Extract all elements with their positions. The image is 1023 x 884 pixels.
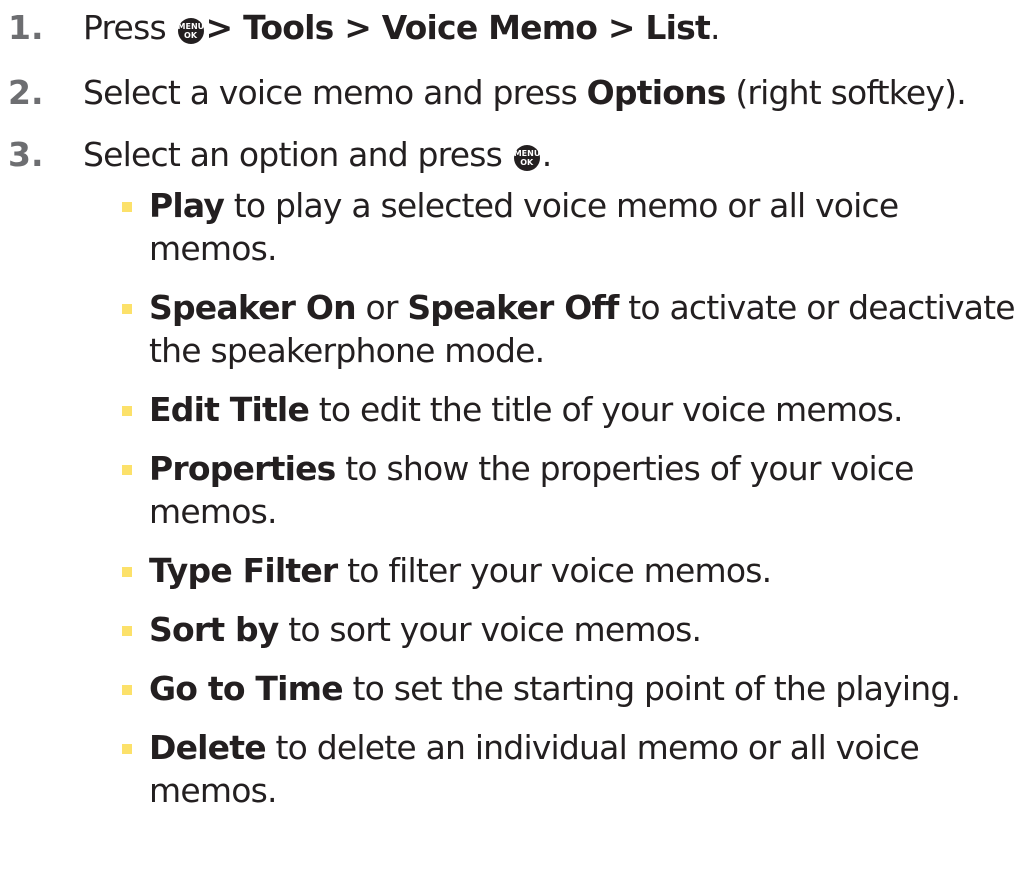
bullet-square — [122, 406, 132, 416]
step-text-pre: Select a voice memo and press — [83, 73, 587, 112]
bullet-square — [122, 744, 132, 754]
option-description: to play a selected voice memo or all voi… — [149, 186, 899, 268]
option-item-delete: Delete to delete an individual memo or a… — [122, 726, 1019, 812]
menu-ok-key-icon: MENU OK — [177, 18, 204, 44]
option-item-properties: Properties to show the properties of you… — [122, 447, 1019, 533]
step-text-pre: Press — [83, 8, 176, 47]
option-name: Edit Title — [149, 390, 310, 429]
bullet-square — [122, 465, 132, 475]
option-item-go-to-time: Go to Time to set the starting point of … — [122, 667, 1019, 710]
option-description: to sort your voice memos. — [278, 610, 702, 649]
option-name: Delete — [149, 728, 267, 767]
bullet-square — [122, 202, 132, 212]
option-name: Go to Time — [149, 669, 344, 708]
manual-page: 1. Press MENU OK > Tools > Voice Memo > Li… — [0, 0, 1023, 884]
step-text: Select a voice memo and press Options (r… — [83, 73, 967, 113]
step-text-pre: Select an option and press — [83, 135, 512, 174]
bullet-square — [122, 304, 132, 314]
step-number: 3. — [8, 135, 44, 174]
option-item-speaker: Speaker On or Speaker Off to activate or… — [122, 286, 1019, 372]
menu-path: > Tools > Voice Memo > List — [205, 8, 711, 47]
bullet-square — [122, 567, 132, 577]
option-connector: or — [355, 288, 408, 327]
option-item-play: Play to play a selected voice memo or al… — [122, 184, 1019, 270]
option-name: Properties — [149, 449, 336, 488]
bullet-square — [122, 685, 132, 695]
step-number: 1. — [8, 8, 44, 47]
option-description: to filter your voice memos. — [337, 551, 772, 590]
option-name: Sort by — [149, 610, 279, 649]
menu-ok-key-icon: MENU OK — [513, 145, 540, 171]
step-text-post: . — [541, 135, 552, 174]
option-name: Type Filter — [149, 551, 338, 590]
option-name: Speaker On — [149, 288, 357, 327]
option-item-edit-title: Edit Title to edit the title of your voi… — [122, 388, 1019, 431]
option-list: Play to play a selected voice memo or al… — [122, 172, 1019, 812]
option-name-alt: Speaker Off — [407, 288, 619, 327]
option-description: to edit the title of your voice memos. — [309, 390, 904, 429]
option-item-sort-by: Sort by to sort your voice memos. — [122, 608, 1019, 651]
option-description: to set the starting point of the playing… — [342, 669, 961, 708]
step-text-post: . — [709, 8, 720, 47]
step-text-post: (right softkey). — [725, 73, 966, 112]
step-number: 2. — [8, 73, 44, 112]
bullet-square — [122, 626, 132, 636]
options-label: Options — [586, 73, 727, 112]
step-text: Press MENU OK > Tools > Voice Memo > List. — [83, 8, 720, 48]
option-name: Play — [149, 186, 225, 225]
option-item-type-filter: Type Filter to filter your voice memos. — [122, 549, 1019, 592]
step-text: Select an option and press MENU OK. — [83, 135, 552, 175]
